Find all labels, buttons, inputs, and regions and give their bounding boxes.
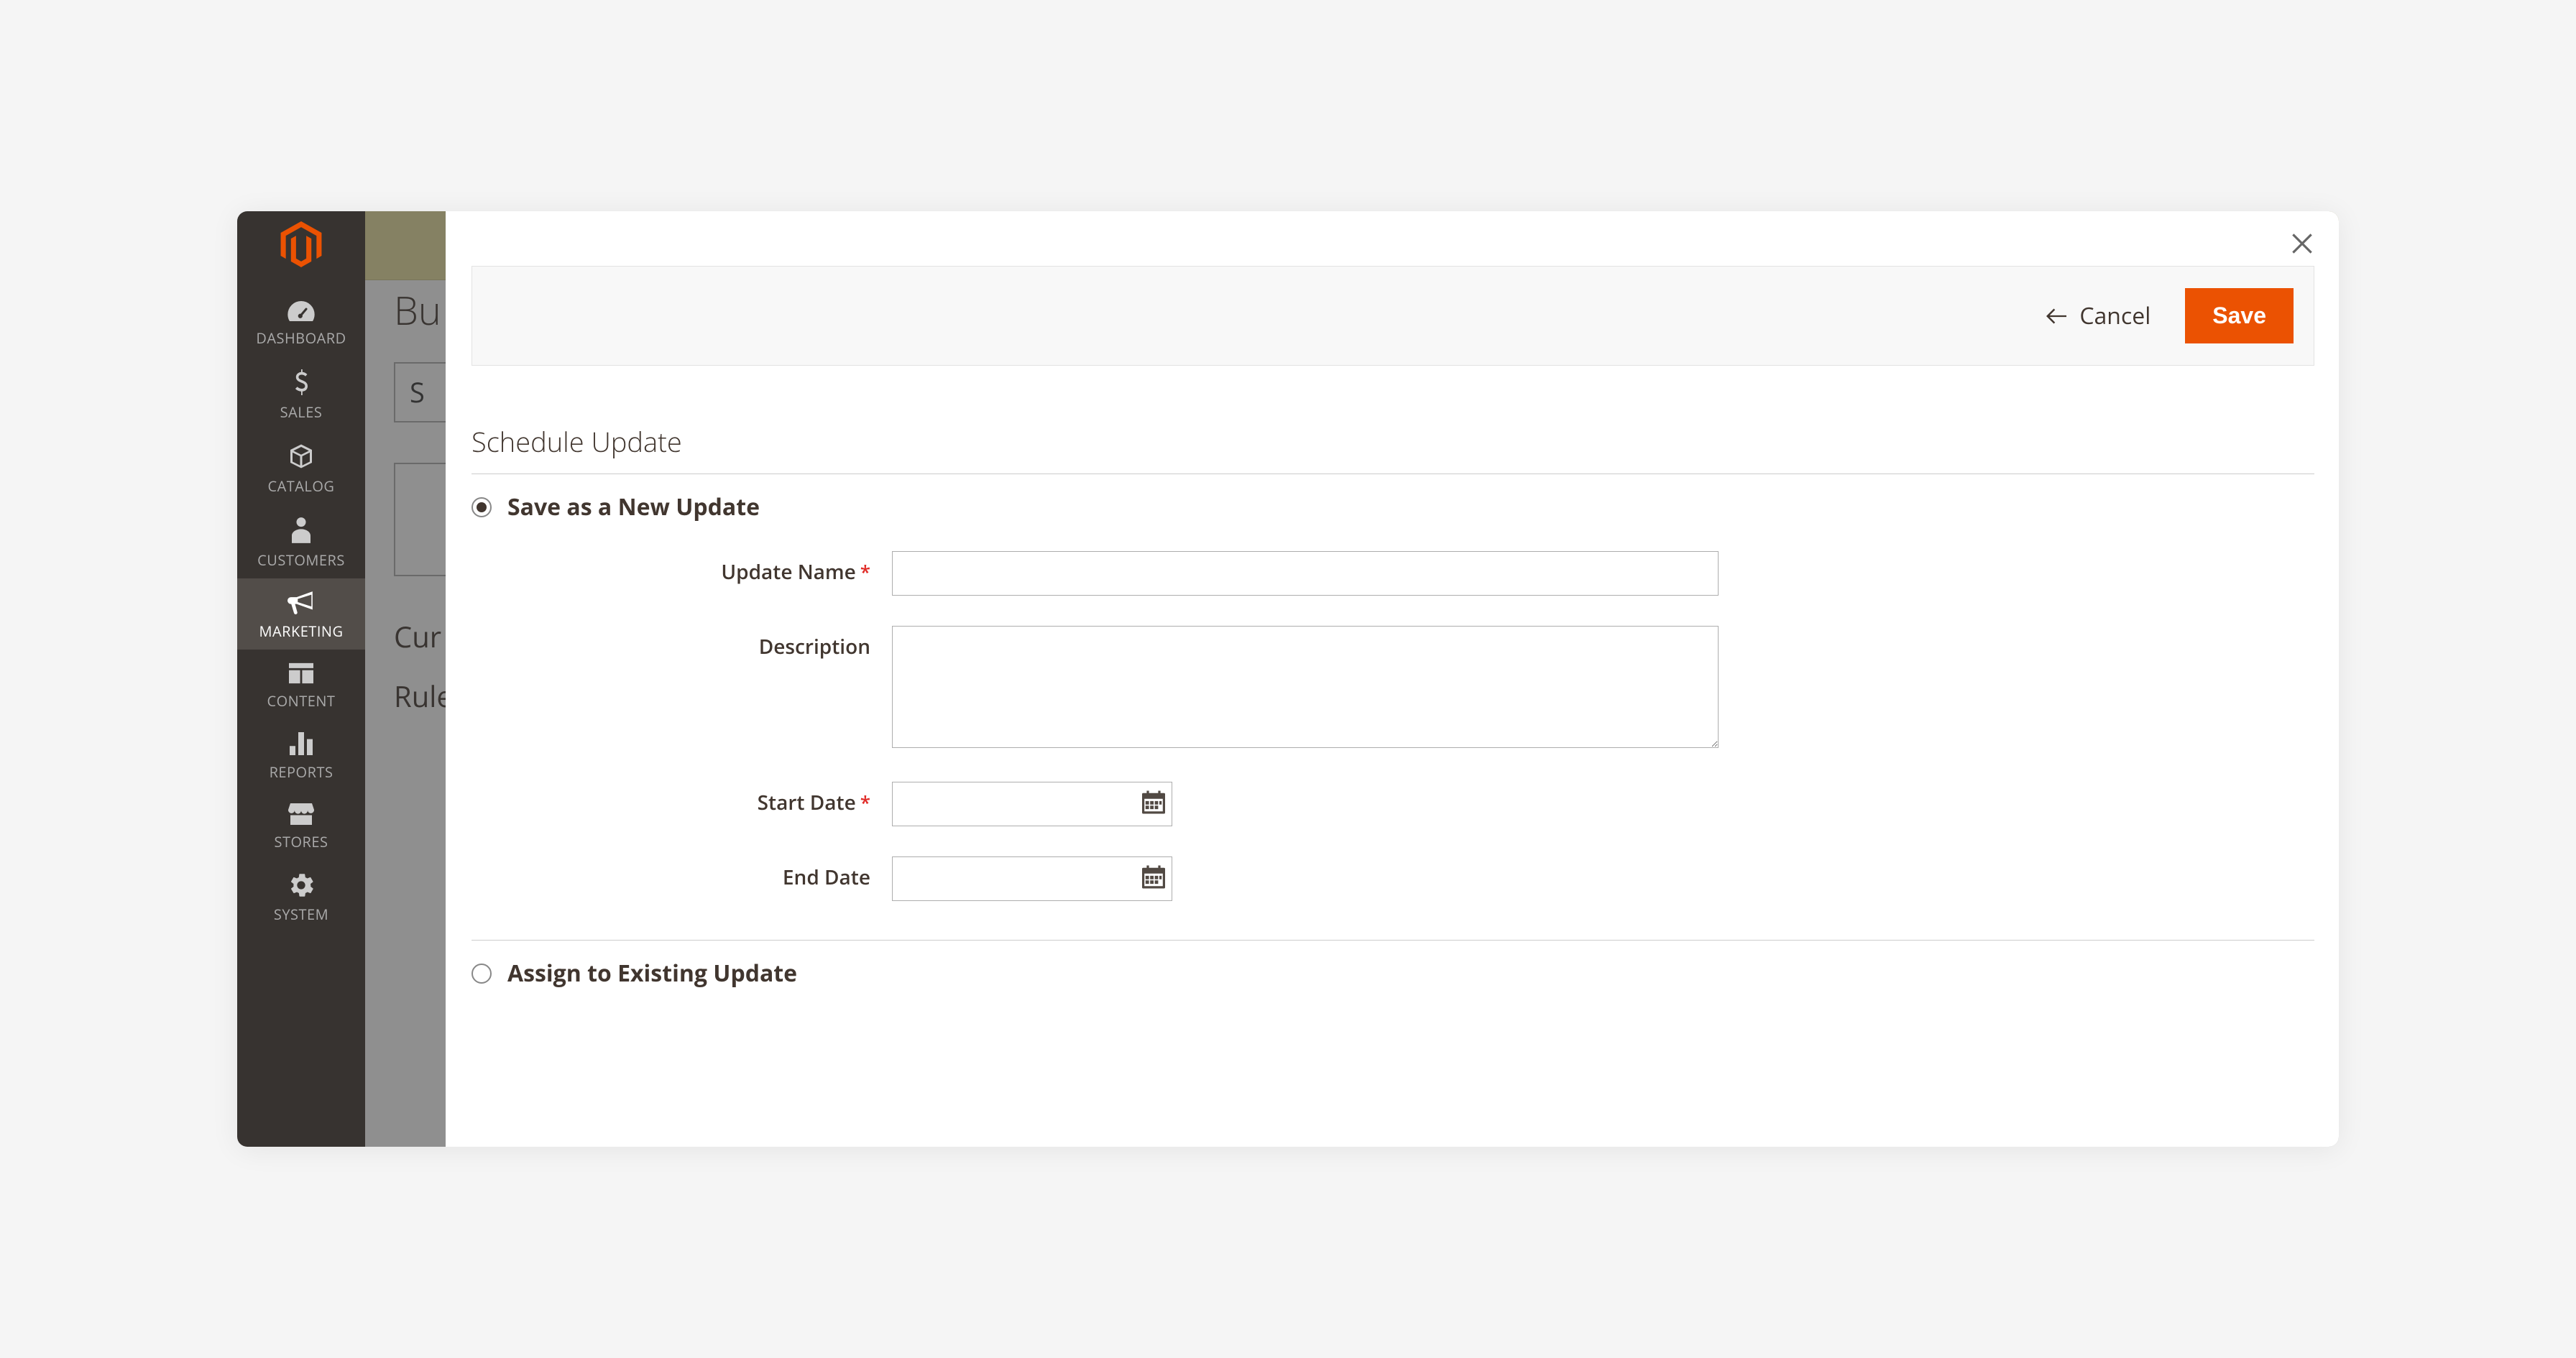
nav-label: SYSTEM [274,905,328,924]
update-name-input[interactable] [892,551,1719,596]
radio-icon [472,497,492,517]
label-description: Description [472,626,892,660]
end-date-input[interactable] [892,856,1172,901]
nav-stores[interactable]: STORES [237,790,365,860]
row-start-date: Start Date* [472,782,2314,826]
arrow-left-icon [2046,300,2066,331]
calendar-icon[interactable] [1142,791,1165,818]
magento-logo[interactable] [280,221,322,271]
nav-customers[interactable]: CUSTOMERS [237,504,365,578]
close-icon [2288,230,2316,257]
nav-dashboard[interactable]: DASHBOARD [237,288,365,356]
schedule-update-modal: Cancel Save Schedule Update Save as a Ne… [446,211,2339,1147]
modal-header: Cancel Save [472,266,2314,366]
row-end-date: End Date [472,856,2314,901]
admin-sidebar: DASHBOARD SALES CATALOG CUSTOMERS MARKET… [237,211,365,1147]
close-button[interactable] [2288,230,2316,261]
option-label: Assign to Existing Update [507,958,797,989]
layout-icon [289,662,313,688]
nav-system[interactable]: SYSTEM [237,860,365,933]
save-button[interactable]: Save [2185,288,2294,343]
bars-icon [290,732,313,759]
option-assign-existing[interactable]: Assign to Existing Update [472,958,2314,989]
new-update-form: Update Name* Description Start Date* [472,551,2314,941]
megaphone-icon [288,591,315,619]
nav-label: REPORTS [270,762,334,782]
app-frame: DASHBOARD SALES CATALOG CUSTOMERS MARKET… [237,211,2339,1147]
nav-label: CONTENT [267,691,336,711]
calendar-icon[interactable] [1142,866,1165,892]
modal-body: Schedule Update Save as a New Update Upd… [446,423,2339,989]
cancel-label: Cancel [2079,300,2150,331]
dollar-icon [293,369,309,399]
box-icon [288,443,314,474]
gear-icon [289,873,313,902]
nav-label: STORES [275,832,328,851]
start-date-input[interactable] [892,782,1172,826]
cancel-button[interactable]: Cancel [2046,300,2150,331]
nav-label: MARKETING [259,622,343,641]
section-title: Schedule Update [472,423,2314,474]
nav-marketing[interactable]: MARKETING [237,578,365,650]
label-end-date: End Date [472,856,892,891]
nav-label: CUSTOMERS [257,550,345,570]
label-update-name: Update Name* [472,551,892,586]
option-save-new[interactable]: Save as a New Update [472,491,2314,522]
radio-icon [472,964,492,984]
description-input[interactable] [892,626,1719,748]
gauge-icon [288,301,315,325]
nav-content[interactable]: CONTENT [237,650,365,719]
row-update-name: Update Name* [472,551,2314,596]
row-description: Description [472,626,2314,752]
person-icon [292,517,310,548]
label-start-date: Start Date* [472,782,892,816]
nav-sales[interactable]: SALES [237,356,365,430]
nav-reports[interactable]: REPORTS [237,719,365,790]
nav-catalog[interactable]: CATALOG [237,430,365,504]
nav-label: SALES [280,402,323,422]
nav-label: CATALOG [268,476,335,496]
store-icon [288,803,314,829]
option-label: Save as a New Update [507,491,760,522]
nav-label: DASHBOARD [256,328,346,348]
